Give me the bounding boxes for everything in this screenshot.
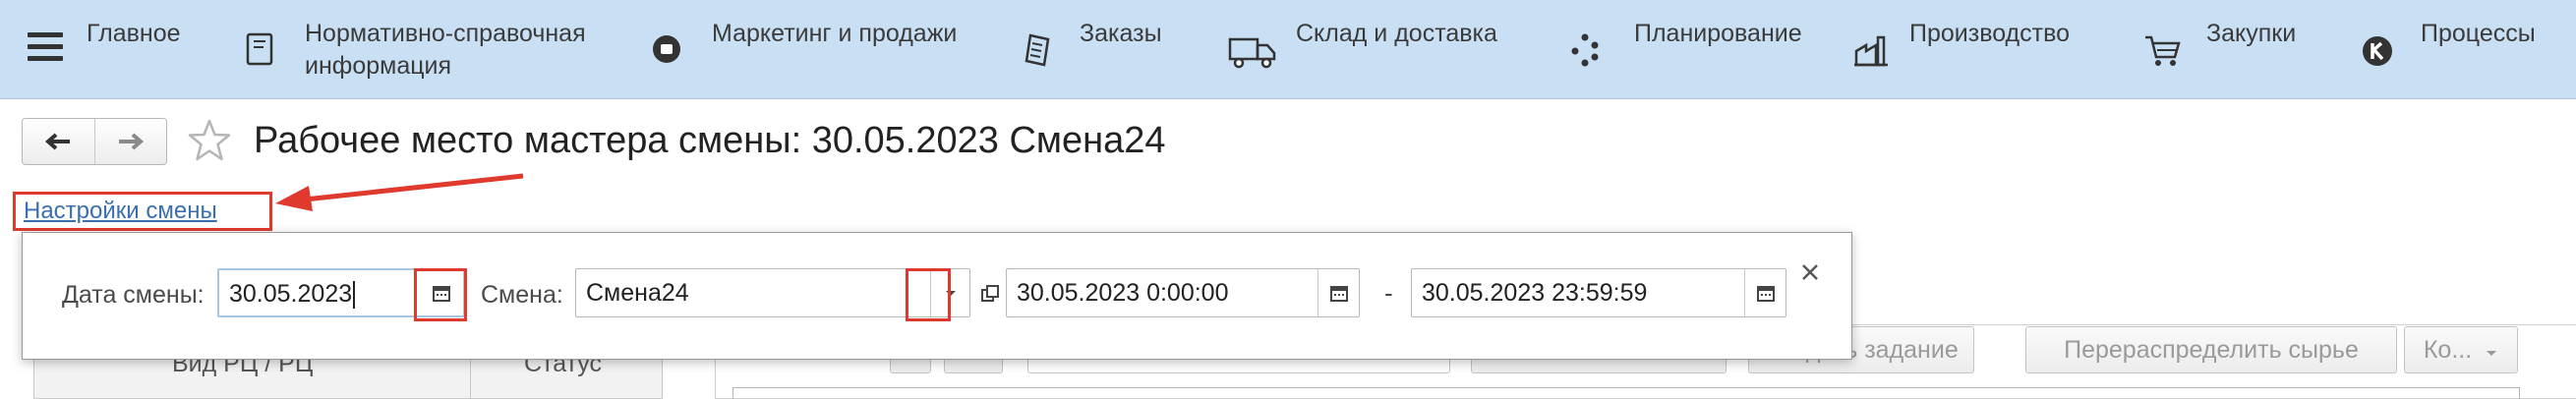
nav-item-label: Склад и доставка	[1296, 20, 1497, 47]
period-start-calendar-button[interactable]	[1317, 269, 1359, 316]
nav-item-production[interactable]: Производство	[1852, 18, 2070, 71]
nav-item-label: Нормативно-справочная информация	[305, 20, 586, 80]
nav-item-label: Заказы	[1080, 20, 1162, 47]
period-start-input[interactable]: 30.05.2023 0:00:00	[1006, 268, 1360, 317]
calendar-icon	[1756, 286, 1775, 302]
dropdown-arrow-icon	[2487, 351, 2497, 356]
highlight-box	[13, 192, 272, 231]
open-shift-button[interactable]	[976, 280, 1004, 308]
delivery-truck-icon	[1228, 37, 1276, 69]
nav-item-label: Маркетинг и продажи	[712, 20, 958, 47]
nav-item-label: Главное	[87, 20, 181, 47]
open-form-icon	[981, 285, 999, 302]
nav-item-orders[interactable]: Заказы	[1021, 18, 1162, 69]
period-start-value: 30.05.2023 0:00:00	[1017, 279, 1229, 307]
processes-icon	[2363, 36, 2392, 66]
menu-icon[interactable]	[28, 32, 63, 62]
nav-item-marketing[interactable]: Маркетинг и продажи	[649, 18, 957, 69]
back-button[interactable]	[23, 119, 94, 164]
forward-button[interactable]	[93, 119, 167, 164]
period-end-calendar-button[interactable]	[1744, 269, 1786, 316]
shift-date-label: Дата смены:	[62, 281, 205, 309]
close-icon[interactable]	[1798, 260, 1822, 284]
annotation-arrow-icon	[275, 173, 524, 211]
cart-icon	[2145, 35, 2181, 66]
period-end-value: 30.05.2023 23:59:59	[1422, 279, 1648, 307]
favorite-star-icon[interactable]	[187, 118, 232, 163]
orders-icon	[1025, 33, 1050, 67]
period-separator: -	[1384, 278, 1393, 308]
nav-item-purchases[interactable]: Закупки	[2143, 18, 2296, 71]
planning-icon	[1571, 33, 1599, 67]
tasks-list	[732, 387, 2520, 399]
shift-label: Смена:	[481, 281, 563, 309]
nav-item-warehouse[interactable]: Склад и доставка	[1227, 18, 1497, 71]
arrow-left-icon	[45, 133, 71, 150]
redistribute-materials-button[interactable]: Перераспределить сырье	[2025, 326, 2397, 373]
shift-settings-popup: Дата смены: 30.05.2023 Смена: Смена24 30…	[22, 232, 1852, 360]
period-end-input[interactable]: 30.05.2023 23:59:59	[1411, 268, 1786, 317]
history-nav	[22, 118, 167, 165]
marketing-icon	[653, 35, 680, 63]
nav-item-label: Процессы	[2421, 20, 2536, 47]
page-title: Рабочее место мастера смены: 30.05.2023 …	[254, 120, 1166, 161]
section-panel: Главное Нормативно-справочная информация…	[0, 0, 2576, 99]
highlight-box	[906, 268, 951, 321]
nav-item-label: Планирование	[1634, 20, 1802, 47]
factory-icon	[1854, 35, 1888, 67]
nav-item-label: Закупки	[2206, 20, 2297, 47]
text-caret	[353, 281, 356, 310]
shift-value: Смена24	[586, 279, 689, 307]
more-commands-button[interactable]: Ко...	[2404, 326, 2518, 373]
nav-item-processes[interactable]: Процессы	[2360, 18, 2536, 71]
reference-book-icon	[246, 32, 273, 66]
arrow-right-icon	[118, 133, 144, 150]
nav-item-reference[interactable]: Нормативно-справочная информация	[242, 18, 586, 83]
nav-item-planning[interactable]: Планирование	[1565, 18, 1802, 69]
nav-item-main[interactable]: Главное	[87, 18, 181, 50]
nav-item-label: Производство	[1909, 20, 2071, 47]
calendar-icon	[1329, 286, 1348, 302]
shift-date-value: 30.05.2023	[229, 280, 353, 308]
more-commands-label: Ко...	[2423, 336, 2473, 364]
highlight-box	[414, 268, 467, 321]
